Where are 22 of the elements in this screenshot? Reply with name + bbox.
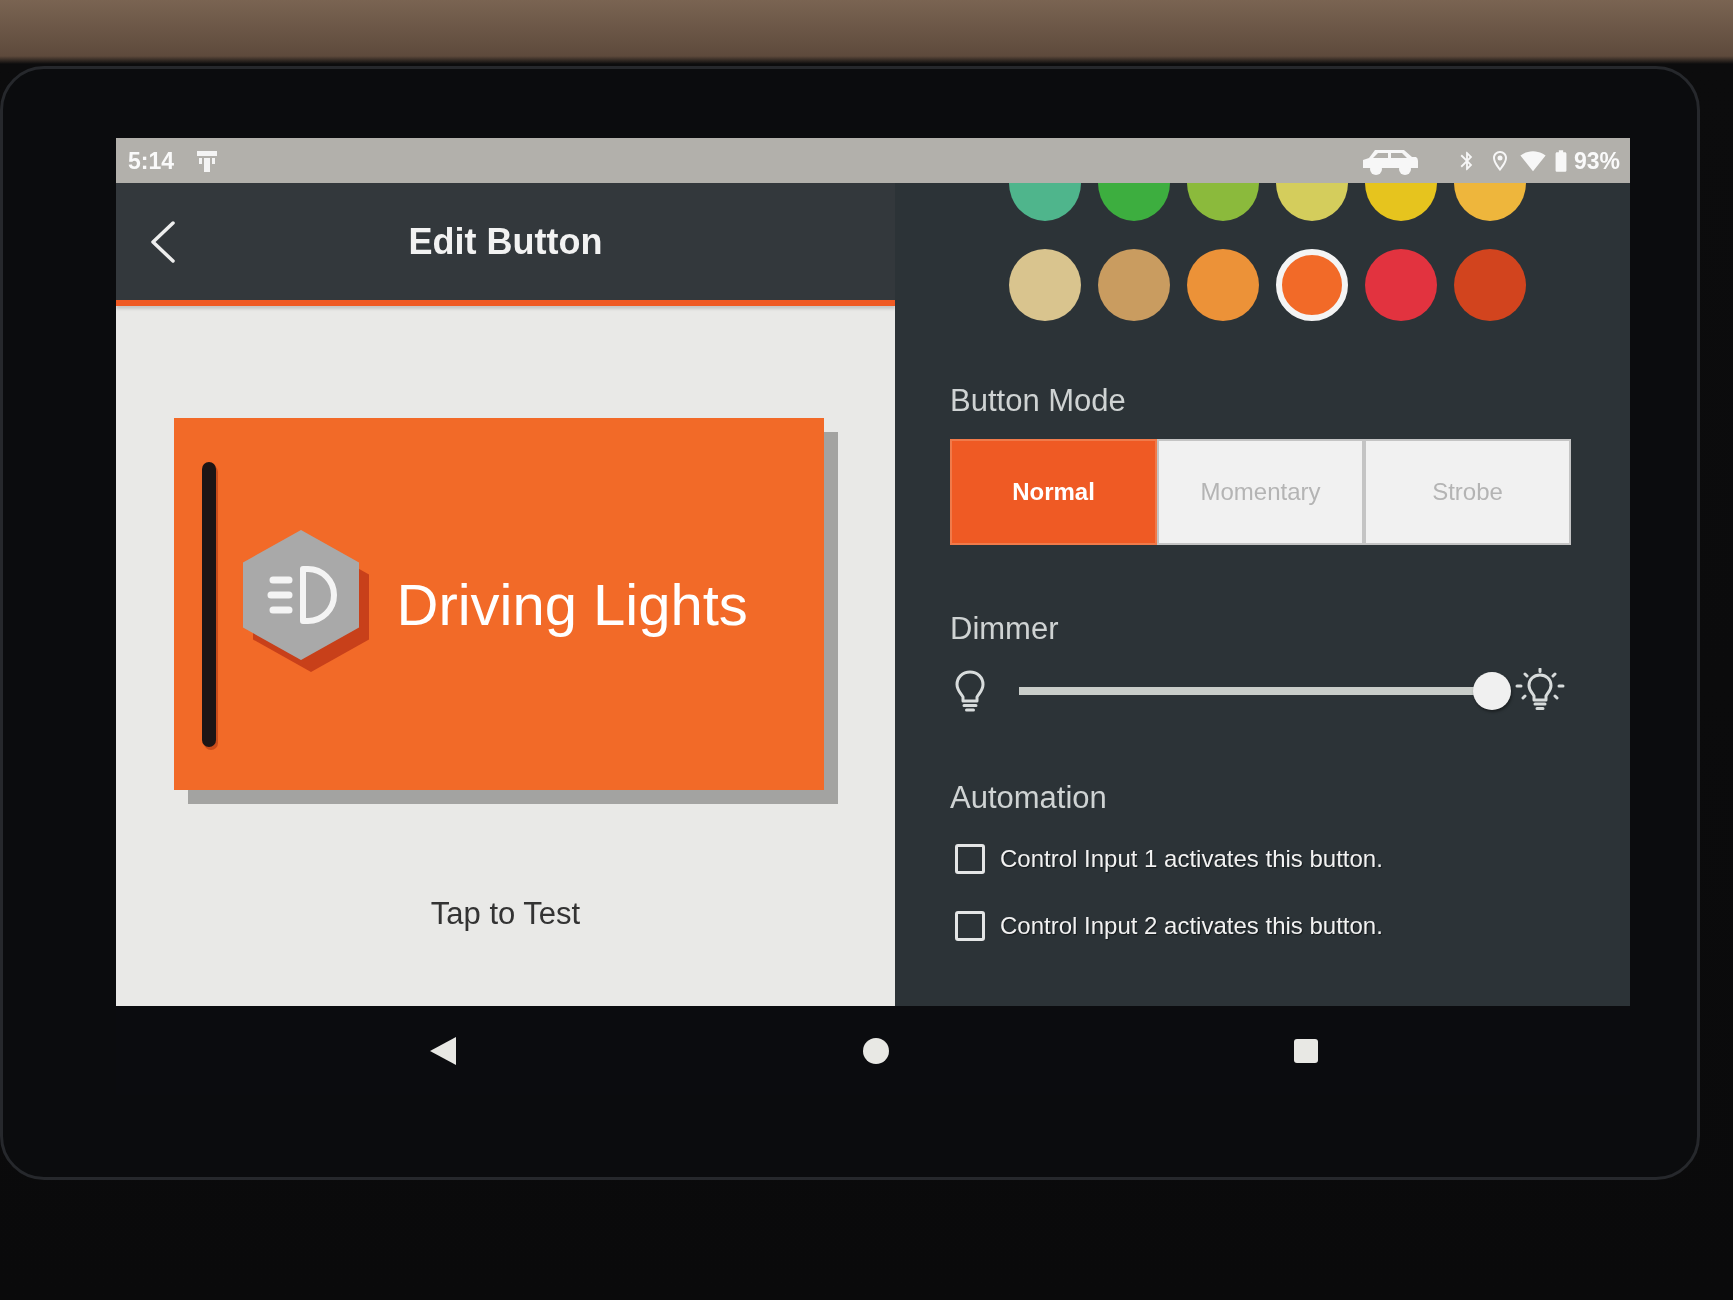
home-circle-icon[interactable]: [863, 1037, 889, 1064]
section-title: Button Mode: [950, 383, 1126, 419]
battery-percent: 93%: [1573, 147, 1620, 174]
mode-tab[interactable]: Momentary: [1157, 439, 1364, 545]
preview-button[interactable]: Driving Lights: [173, 418, 838, 804]
mode-tab[interactable]: Strobe: [1364, 439, 1571, 545]
tap-to-test-hint: Tap to Test: [430, 896, 581, 932]
mode-tab[interactable]: Normal: [950, 439, 1157, 545]
overview-square-icon[interactable]: [1294, 1038, 1318, 1063]
checkbox-label: Control Input 2 activates this button.: [1000, 912, 1383, 940]
checkbox-label: Control Input 1 activates this button.: [1000, 845, 1383, 873]
section-title: Dimmer: [950, 611, 1059, 647]
status-time: 5:14: [128, 147, 175, 174]
chevron-left-icon: [150, 219, 176, 264]
t-logo-icon: [196, 148, 219, 173]
back-triangle-icon[interactable]: [428, 1034, 458, 1067]
slider-thumb[interactable]: [1473, 672, 1511, 710]
page-title: Edit Button: [408, 220, 603, 263]
section-title: Automation: [950, 780, 1107, 816]
bulb-icon: [955, 670, 985, 712]
checkbox[interactable]: [955, 844, 985, 874]
checkbox[interactable]: [955, 911, 985, 941]
